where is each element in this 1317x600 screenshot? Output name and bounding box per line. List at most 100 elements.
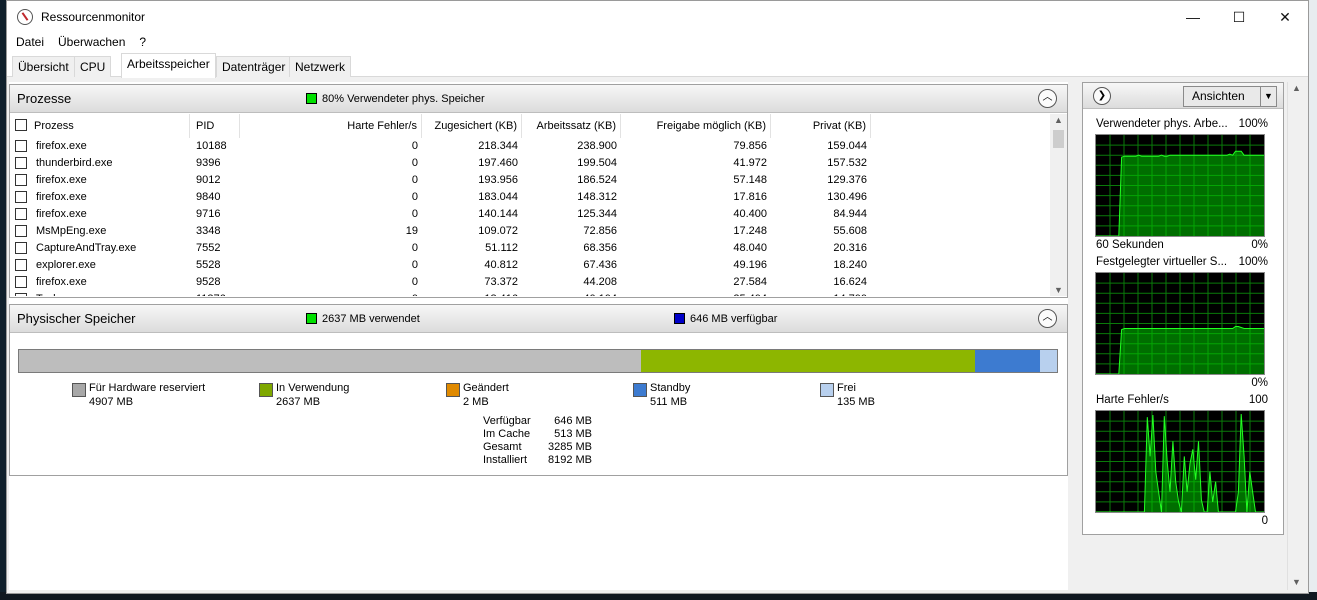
column-header[interactable]: Harte Fehler/s	[242, 114, 422, 138]
table-cell: firefox.exe	[36, 191, 87, 203]
title-bar[interactable]: Ressourcenmonitor — ☐ ✕	[7, 1, 1308, 33]
available-memory-text: 646 MB verfügbar	[690, 313, 778, 325]
performance-graph	[1095, 410, 1265, 513]
stat-value: 513 MB	[554, 428, 592, 440]
scroll-thumb[interactable]	[1053, 130, 1064, 148]
row-checkbox[interactable]	[15, 259, 27, 271]
table-cell: 199.504	[577, 157, 617, 169]
minimize-button[interactable]: —	[1170, 1, 1216, 33]
table-row[interactable]: CaptureAndTray.exe 7552 0 51.112 68.356 48.04…	[10, 240, 1050, 257]
table-cell: 9012	[196, 174, 221, 186]
menu-datei[interactable]: Datei	[9, 35, 51, 49]
menu-ueberwachen[interactable]: Überwachen	[51, 35, 132, 49]
maximize-button[interactable]: ☐	[1216, 1, 1262, 33]
table-row[interactable]: firefox.exe 9528 0 73.372 44.208 27.584 16.624	[10, 274, 1050, 291]
table-row[interactable]: MsMpEng.exe 3348 19 109.072 72.856 17.248 55.6…	[10, 223, 1050, 240]
graph-max-label: 100%	[1238, 118, 1268, 130]
column-header[interactable]: Privat (KB)	[773, 114, 871, 138]
table-cell: 9716	[196, 208, 221, 220]
processes-header[interactable]: Prozesse 80% Verwendeter phys. Speicher …	[10, 85, 1067, 113]
window-controls: — ☐ ✕	[1170, 1, 1308, 33]
column-header[interactable]: PID	[192, 114, 240, 138]
table-row[interactable]: firefox.exe 10188 0 218.344 238.900 79.856 159…	[10, 138, 1050, 155]
graph-panel-header: ❯ Ansichten ▼	[1083, 83, 1283, 109]
graph-panel: ❯ Ansichten ▼ Verwendeter phys. Arbe... 1…	[1082, 82, 1284, 535]
column-header[interactable]: Zugesichert (KB)	[424, 114, 522, 138]
column-header[interactable]: Freigabe möglich (KB)	[623, 114, 771, 138]
table-row[interactable]: firefox.exe 9840 0 183.044 148.312 17.816 130.…	[10, 189, 1050, 206]
row-checkbox[interactable]	[15, 276, 27, 288]
table-cell: 109.072	[478, 225, 518, 237]
graph-min-label: 0%	[1251, 239, 1268, 251]
panel-scroll-down-icon[interactable]: ▼	[1288, 577, 1305, 587]
table-cell: explorer.exe	[36, 259, 96, 271]
stat-value: 646 MB	[554, 415, 592, 427]
table-cell: 20.316	[833, 242, 867, 254]
legend-label: Standby	[650, 382, 691, 394]
column-header[interactable]: Prozess	[10, 114, 190, 138]
graph-title: Harte Fehler/s	[1096, 394, 1169, 406]
memory-usage-bar	[18, 349, 1058, 373]
tab-netzwerk[interactable]: Netzwerk	[289, 56, 352, 77]
row-checkbox[interactable]	[15, 225, 27, 237]
memory-bar-segment	[975, 350, 1040, 372]
table-row[interactable]: firefox.exe 9012 0 193.956 186.524 57.148 129.…	[10, 172, 1050, 189]
table-cell: Taskmgr.exe	[32, 291, 190, 296]
tab-arbeitsspeicher[interactable]: Arbeitsspeicher	[121, 53, 216, 78]
table-cell: 0	[411, 242, 418, 254]
performance-graph	[1095, 272, 1265, 375]
row-checkbox[interactable]	[15, 208, 27, 220]
memory-bar-segment	[640, 350, 975, 372]
views-button[interactable]: Ansichten ▼	[1183, 86, 1277, 107]
memory-bar-segment	[1039, 350, 1057, 372]
table-cell: 17.816	[733, 191, 767, 203]
table-cell: 55.608	[833, 225, 867, 237]
process-table-scrollbar[interactable]: ▲ ▼	[1050, 114, 1067, 296]
table-cell: 0	[242, 291, 422, 296]
row-checkbox[interactable]	[15, 174, 27, 186]
table-row[interactable]: thunderbird.exe 9396 0 197.460 199.504 41.972…	[10, 155, 1050, 172]
table-cell: 159.044	[827, 140, 867, 152]
table-cell: 0	[411, 157, 418, 169]
legend-swatch	[259, 383, 273, 397]
table-row[interactable]: firefox.exe 9716 0 140.144 125.344 40.400 84.9…	[10, 206, 1050, 223]
row-checkbox[interactable]	[15, 140, 27, 152]
table-cell: 72.856	[583, 225, 617, 237]
row-checkbox[interactable]	[15, 191, 27, 203]
menu-help[interactable]: ?	[132, 35, 153, 49]
table-cell: 27.584	[733, 276, 767, 288]
row-checkbox[interactable]	[15, 242, 27, 254]
tab-cpu[interactable]: CPU	[74, 56, 112, 77]
table-cell: 9840	[196, 191, 221, 203]
used-memory-percent: 80% Verwendeter phys. Speicher	[322, 93, 485, 105]
table-cell: 9396	[196, 157, 221, 169]
scroll-up-icon[interactable]: ▲	[1050, 115, 1067, 125]
table-cell: 148.312	[577, 191, 617, 203]
table-row[interactable]: explorer.exe 5528 0 40.812 67.436 49.196 18.24…	[10, 257, 1050, 274]
available-legend-swatch	[674, 313, 685, 324]
table-cell: 48.040	[733, 242, 767, 254]
scroll-down-icon[interactable]: ▼	[1050, 285, 1067, 295]
panel-scroll-up-icon[interactable]: ▲	[1288, 83, 1305, 93]
close-button[interactable]: ✕	[1262, 1, 1308, 33]
graph-panel-scrollbar[interactable]: ▲ ▼	[1287, 82, 1304, 590]
stat-label: Verfügbar	[483, 415, 531, 427]
legend-swatch	[72, 383, 86, 397]
table-cell: 25.404	[623, 291, 771, 296]
collapse-physical-memory-button[interactable]: ︿	[1038, 309, 1057, 328]
table-cell: 84.944	[833, 208, 867, 220]
chevron-down-icon[interactable]: ▼	[1260, 87, 1276, 106]
table-cell: 9528	[196, 276, 221, 288]
collapse-processes-button[interactable]: ︿	[1038, 89, 1057, 108]
table-row[interactable]: Taskmgr.exe11876018.41640.10425.40414.70…	[10, 291, 1050, 296]
tab-datentraeger[interactable]: Datenträger	[216, 56, 292, 77]
tab-uebersicht[interactable]: Übersicht	[12, 56, 75, 77]
row-checkbox[interactable]	[15, 293, 27, 296]
expand-panel-icon[interactable]: ❯	[1093, 87, 1111, 105]
physical-memory-header[interactable]: Physischer Speicher 2637 MB verwendet 64…	[10, 305, 1067, 333]
legend-value: 135 MB	[837, 396, 875, 408]
used-legend-swatch	[306, 313, 317, 324]
column-header[interactable]: Arbeitssatz (KB)	[524, 114, 621, 138]
table-cell: 197.460	[478, 157, 518, 169]
row-checkbox[interactable]	[15, 157, 27, 169]
